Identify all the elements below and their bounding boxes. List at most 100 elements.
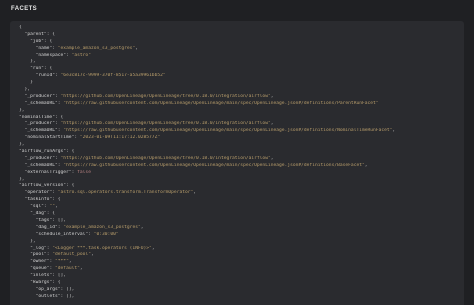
json-punctuation bbox=[19, 53, 36, 58]
json-punctuation: : { bbox=[52, 197, 61, 203]
json-line: "airflow_runArgs": { bbox=[19, 149, 460, 156]
json-line: }, bbox=[19, 108, 460, 115]
json-string-value: "default" bbox=[55, 266, 80, 272]
json-punctuation: : { bbox=[52, 279, 61, 285]
json-viewer-panel: { "parent": { "job": { "name": "example_… bbox=[10, 21, 464, 305]
json-line: "name": "example_amazon_s3_postgres", bbox=[19, 46, 460, 53]
json-punctuation: , bbox=[55, 204, 58, 210]
json-punctuation: , bbox=[270, 121, 274, 127]
json-line: "_producer": "https://github.com/OpenLin… bbox=[19, 121, 460, 128]
json-line: "run": { bbox=[19, 66, 460, 73]
json-string-value: "astro.sql.operators.transform.Transform… bbox=[57, 190, 194, 196]
json-punctuation bbox=[19, 259, 30, 264]
json-line: "owner": "***", bbox=[19, 259, 460, 266]
json-punctuation bbox=[19, 294, 36, 299]
json-punctuation: , bbox=[270, 155, 274, 161]
json-line: "nominalStartTime": "2023-01-09T11:17:12… bbox=[19, 135, 460, 142]
json-key: "owner" bbox=[30, 259, 50, 265]
json-string-value: "https://github.com/OpenLineage/OpenLine… bbox=[60, 93, 271, 99]
facets-heading: FACETS bbox=[11, 6, 38, 12]
json-key: "schedule_interval" bbox=[35, 231, 89, 237]
json-punctuation: , bbox=[79, 266, 83, 272]
json-literal-value: false bbox=[77, 169, 91, 175]
json-key: "dag_id" bbox=[35, 224, 58, 230]
json-punctuation bbox=[19, 218, 36, 223]
json-punctuation: { bbox=[19, 25, 22, 30]
json-line: }, bbox=[19, 59, 460, 66]
json-key: "outlets" bbox=[35, 293, 61, 299]
json-string-value: "***" bbox=[55, 259, 69, 265]
json-punctuation: }, bbox=[19, 87, 31, 93]
json-line: "runId": "6e3c817c-9999-370f-8517-a5a399… bbox=[19, 73, 460, 80]
json-key: "kwargs" bbox=[30, 279, 53, 285]
json-key: "queue" bbox=[30, 266, 50, 272]
json-string-value: "6e3c817c-9999-370f-8517-a5a39961bb52" bbox=[60, 73, 166, 79]
json-line: }, bbox=[19, 177, 460, 184]
json-key: "externalTrigger" bbox=[24, 169, 72, 175]
json-punctuation: : { bbox=[66, 149, 75, 155]
json-punctuation bbox=[19, 266, 30, 271]
json-punctuation bbox=[19, 225, 36, 230]
json-punctuation: : { bbox=[46, 211, 55, 217]
json-key: "sql" bbox=[30, 204, 44, 210]
json-string-value: "default_pool" bbox=[52, 252, 91, 258]
json-line: "kwargs": { bbox=[19, 280, 460, 287]
json-punctuation bbox=[19, 246, 30, 251]
json-line: "externalTrigger": false bbox=[19, 170, 460, 177]
json-key: "_schemaURL" bbox=[24, 128, 58, 134]
json-key: "namespace" bbox=[35, 52, 67, 58]
json-string-value: "https://raw.githubusercontent.com/OpenL… bbox=[63, 128, 393, 134]
json-punctuation: }, bbox=[19, 176, 25, 182]
json-punctuation: : [], bbox=[60, 286, 75, 292]
json-punctuation: , bbox=[90, 252, 94, 258]
json-line: "sql": "", bbox=[19, 204, 460, 211]
json-punctuation bbox=[19, 232, 36, 237]
json-key: "_log" bbox=[30, 245, 47, 251]
json-punctuation: : [], bbox=[52, 217, 67, 223]
json-line: "nominalTime": { bbox=[19, 115, 460, 122]
json-line: "inlets": [], bbox=[19, 273, 460, 280]
json-line: "airflow_version": { bbox=[19, 183, 460, 190]
json-line: "namespace": "astro" bbox=[19, 53, 460, 60]
json-punctuation: , bbox=[68, 259, 72, 265]
json-string-value: "example_amazon_s3_postgres" bbox=[57, 45, 136, 51]
json-line: "schedule_interval": "0:30:00" bbox=[19, 232, 460, 239]
json-key: "airflow_runArgs" bbox=[19, 149, 67, 155]
json-key: "_dag" bbox=[30, 211, 47, 217]
json-punctuation: : [], bbox=[52, 273, 67, 279]
json-punctuation bbox=[19, 39, 30, 44]
json-punctuation bbox=[19, 204, 30, 209]
json-string-value: "https://raw.githubusercontent.com/OpenL… bbox=[63, 162, 365, 168]
json-code-block: { "parent": { "job": { "name": "example_… bbox=[19, 25, 460, 301]
json-line: "taskInfo": { bbox=[19, 197, 460, 204]
json-punctuation: , bbox=[392, 128, 396, 134]
json-line: { bbox=[19, 25, 460, 32]
json-line: "tags": [], bbox=[19, 218, 460, 225]
json-line: } bbox=[19, 80, 460, 87]
json-punctuation: , bbox=[135, 45, 138, 51]
json-punctuation: } bbox=[19, 80, 33, 86]
json-punctuation bbox=[19, 287, 36, 292]
json-string-value: "https://raw.githubusercontent.com/OpenL… bbox=[63, 100, 379, 106]
json-key: "_producer" bbox=[24, 155, 55, 161]
json-punctuation bbox=[19, 252, 30, 257]
json-line: "_schemaURL": "https://raw.githubusercon… bbox=[19, 128, 460, 135]
json-key: "_schemaURL" bbox=[24, 162, 58, 168]
json-line: "pool": "default_pool", bbox=[19, 252, 460, 259]
json-line: "_producer": "https://github.com/OpenLin… bbox=[19, 94, 460, 101]
json-key: "inlets" bbox=[30, 273, 53, 279]
json-key: "_producer" bbox=[24, 93, 55, 99]
json-key: "name" bbox=[35, 45, 53, 51]
json-punctuation bbox=[19, 280, 30, 285]
json-line: }, bbox=[19, 142, 460, 149]
json-punctuation: , bbox=[270, 93, 274, 99]
json-line: "_log": "<Logger ***.task.operators (INF… bbox=[19, 246, 460, 253]
json-key: "parent" bbox=[24, 31, 47, 37]
json-line: "_schemaURL": "https://raw.githubusercon… bbox=[19, 163, 460, 170]
json-punctuation bbox=[19, 273, 30, 278]
json-line: }, bbox=[19, 239, 460, 246]
json-string-value: "https://github.com/OpenLineage/OpenLine… bbox=[60, 121, 271, 127]
json-punctuation: }, bbox=[19, 59, 36, 65]
json-punctuation: : { bbox=[66, 183, 75, 189]
json-punctuation: }, bbox=[19, 107, 25, 113]
